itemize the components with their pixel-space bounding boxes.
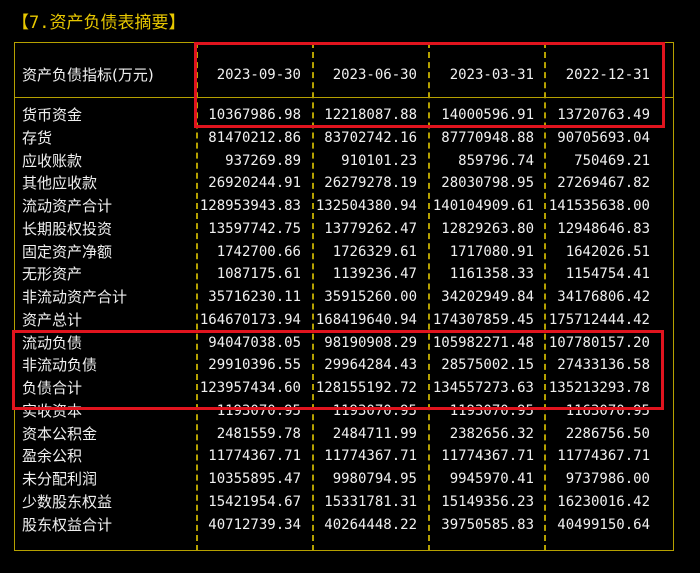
table-row: 流动资产合计 128953943.83 132504380.94 140104909.… [14, 195, 674, 217]
row-value: 27269467.82 [557, 175, 650, 192]
row-label: 未分配利润 [22, 470, 98, 488]
row-value: 15149356.23 [441, 493, 534, 510]
row-value: 128953943.83 [199, 198, 301, 214]
row-value: 11774367.71 [557, 448, 650, 465]
header-label: 资产负债指标(万元) [22, 66, 154, 84]
row-value: 83702742.16 [324, 129, 417, 146]
row-value: 1154754.41 [565, 266, 650, 283]
row-value: 1087175.61 [216, 266, 301, 283]
row-value: 174307859.45 [432, 311, 534, 328]
row-value: 141535638.00 [548, 198, 650, 214]
row-label: 无形资产 [22, 265, 83, 284]
row-value: 9737986.00 [565, 471, 650, 487]
table-row: 股东权益合计 40712739.34 40264448.22 39750585.83 4… [14, 514, 674, 536]
row-value: 1642026.51 [565, 243, 650, 260]
row-value: 81470212.86 [208, 129, 301, 146]
row-value: 9980794.95 [332, 471, 417, 487]
row-value: 28030798.95 [441, 175, 534, 192]
table-row: 盈余公积 11774367.71 11774367.71 11774367.71 117… [14, 445, 674, 467]
row-value: 2481559.78 [216, 425, 301, 442]
table-row: 存货 81470212.86 83702742.16 87770948.88 90705… [14, 127, 674, 149]
table-row: 其他应收款 26920244.91 26279278.19 28030798.95 27… [14, 172, 674, 194]
row-value: 26920244.91 [208, 175, 301, 192]
row-label: 长期股权投资 [22, 219, 113, 238]
table-row: 无形资产 1087175.61 1139236.47 1161358.33 115475… [14, 263, 674, 285]
row-value: 11774367.71 [208, 448, 301, 465]
row-value: 2286756.50 [565, 425, 650, 442]
row-value: 16230016.42 [557, 493, 650, 510]
row-label: 资产总计 [22, 310, 83, 329]
row-value: 937269.89 [225, 152, 301, 169]
row-value: 132504380.94 [315, 198, 417, 214]
highlight-box-top [194, 42, 665, 128]
row-label: 固定资产净额 [22, 242, 113, 261]
row-value: 40499150.64 [557, 516, 650, 533]
row-value: 12829263.80 [441, 220, 534, 237]
row-value: 40712739.34 [208, 516, 301, 533]
row-value: 10355895.47 [208, 471, 301, 487]
table-row: 非流动资产合计 35716230.11 35915260.00 34202949.84… [14, 286, 674, 308]
row-value: 910101.23 [341, 152, 417, 169]
row-label: 少数股东权益 [22, 492, 113, 511]
row-value: 2382656.32 [449, 425, 534, 442]
row-value: 9945970.41 [449, 471, 534, 487]
row-label: 非流动资产合计 [22, 288, 128, 306]
highlight-box-liabilities [12, 330, 664, 410]
row-value: 140104909.61 [432, 198, 534, 214]
row-value: 11774367.71 [441, 448, 534, 465]
row-value: 35915260.00 [324, 289, 417, 305]
section-title: 【7.资产负债表摘要】 [12, 13, 186, 33]
row-label: 股东权益合计 [22, 515, 113, 534]
row-value: 26279278.19 [324, 175, 417, 192]
row-value: 164670173.94 [199, 311, 301, 328]
row-label: 存货 [22, 128, 53, 147]
row-value: 40264448.22 [324, 516, 417, 533]
row-value: 15421954.67 [208, 493, 301, 510]
row-label: 资本公积金 [22, 424, 98, 443]
row-value: 34202949.84 [441, 289, 534, 305]
table-row: 应收账款 937269.89 910101.23 859796.74 750469.21 [14, 150, 674, 172]
table-row: 未分配利润 10355895.47 9980794.95 9945970.41 9737… [14, 468, 674, 490]
row-value: 1717080.91 [449, 243, 534, 260]
row-value: 1139236.47 [332, 266, 417, 283]
row-value: 13597742.75 [208, 220, 301, 237]
row-value: 87770948.88 [441, 129, 534, 146]
table-row: 少数股东权益 15421954.67 15331781.31 15149356.23 1… [14, 491, 674, 513]
row-label: 应收账款 [22, 151, 83, 170]
row-label: 其他应收款 [22, 174, 98, 193]
row-value: 11774367.71 [324, 448, 417, 465]
row-value: 175712444.42 [548, 311, 650, 328]
row-value: 90705693.04 [557, 129, 650, 146]
row-value: 1161358.33 [449, 266, 534, 283]
row-value: 750469.21 [574, 152, 650, 169]
row-value: 859796.74 [458, 152, 534, 169]
table-row: 固定资产净额 1742700.66 1726329.61 1717080.91 1642… [14, 241, 674, 263]
table-row: 资本公积金 2481559.78 2484711.99 2382656.32 22867… [14, 423, 674, 445]
row-value: 13779262.47 [324, 220, 417, 237]
row-value: 1726329.61 [332, 243, 417, 260]
row-value: 1742700.66 [216, 243, 301, 260]
row-label: 流动资产合计 [22, 197, 113, 215]
row-label: 货币资金 [22, 106, 83, 124]
row-value: 12948646.83 [557, 220, 650, 237]
row-value: 168419640.94 [315, 311, 417, 328]
row-value: 2484711.99 [332, 425, 417, 442]
row-label: 盈余公积 [22, 447, 83, 466]
table-row: 资产总计 164670173.94 168419640.94 174307859.45… [14, 309, 674, 331]
row-value: 15331781.31 [324, 493, 417, 510]
row-value: 39750585.83 [441, 516, 534, 533]
row-value: 35716230.11 [208, 289, 301, 305]
table-row: 长期股权投资 13597742.75 13779262.47 12829263.80 1… [14, 218, 674, 240]
row-value: 34176806.42 [557, 289, 650, 305]
